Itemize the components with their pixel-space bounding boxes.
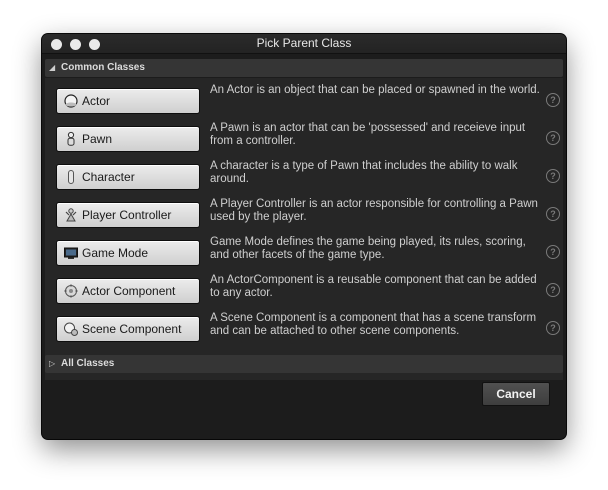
class-button-label: Pawn: [82, 132, 113, 146]
class-button-actor-component[interactable]: Actor Component: [56, 278, 200, 304]
help-question-icon[interactable]: ?: [546, 283, 560, 297]
class-description: A character is a type of Pawn that inclu…: [210, 160, 518, 185]
scene-component-icon: [63, 321, 79, 337]
class-description: Game Mode defines the game being played,…: [210, 236, 526, 261]
class-row: Actor An Actor is an object that can be p…: [45, 84, 563, 122]
pawn-figure-icon: [63, 131, 79, 147]
actor-component-icon: [63, 283, 79, 299]
class-description: An Actor is an object that can be placed…: [210, 84, 540, 96]
class-button-label: Actor: [82, 94, 111, 108]
class-row: Player Controller A Player Controller is …: [45, 198, 563, 236]
class-row: Game Mode Game Mode defines the game bein…: [45, 236, 563, 274]
expand-down-arrow-icon: ◢: [49, 63, 56, 72]
actor-sphere-icon: [63, 93, 79, 109]
class-button-label: Player Controller: [82, 208, 172, 222]
class-button-label: Character: [82, 170, 135, 184]
class-description: A Pawn is an actor that can be 'possesse…: [210, 122, 526, 147]
common-classes-header[interactable]: ◢ Common Classes: [45, 59, 563, 77]
class-button-player-controller[interactable]: Player Controller: [56, 202, 200, 228]
class-button-character[interactable]: Character: [56, 164, 200, 190]
player-controller-icon: [63, 207, 79, 223]
class-row: Scene Component A Scene Component is a co…: [45, 312, 563, 350]
help-question-icon[interactable]: ?: [546, 245, 560, 259]
class-description: A Scene Component is a component that ha…: [210, 312, 537, 337]
class-button-label: Scene Component: [82, 322, 182, 336]
title-bar[interactable]: Pick Parent Class: [42, 34, 566, 54]
class-description: An ActorComponent is a reusable componen…: [210, 274, 537, 299]
common-classes-label: Common Classes: [61, 62, 145, 73]
help-question-icon[interactable]: ?: [546, 169, 560, 183]
common-classes-panel: Actor An Actor is an object that can be p…: [45, 78, 563, 380]
cancel-button[interactable]: Cancel: [482, 382, 550, 406]
class-row: Pawn A Pawn is an actor that can be 'poss…: [45, 122, 563, 160]
class-button-pawn[interactable]: Pawn: [56, 126, 200, 152]
character-capsule-icon: [63, 169, 79, 185]
class-button-label: Game Mode: [82, 246, 149, 260]
class-button-scene-component[interactable]: Scene Component: [56, 316, 200, 342]
class-row: Character A character is a type of Pawn t…: [45, 160, 563, 198]
class-button-label: Actor Component: [82, 284, 176, 298]
pick-parent-class-dialog: Pick Parent Class ◢ Common Classes Actor…: [42, 34, 566, 439]
help-question-icon[interactable]: ?: [546, 207, 560, 221]
class-description: A Player Controller is an actor responsi…: [210, 198, 538, 223]
game-mode-monitor-icon: [63, 245, 79, 261]
all-classes-label: All Classes: [61, 358, 115, 369]
help-question-icon[interactable]: ?: [546, 321, 560, 335]
collapsed-right-arrow-icon: ▷: [49, 359, 56, 368]
class-button-actor[interactable]: Actor: [56, 88, 200, 114]
all-classes-header[interactable]: ▷ All Classes: [45, 355, 563, 373]
class-button-game-mode[interactable]: Game Mode: [56, 240, 200, 266]
class-row: Actor Component An ActorComponent is a re…: [45, 274, 563, 312]
help-question-icon[interactable]: ?: [546, 131, 560, 145]
window-title: Pick Parent Class: [256, 36, 352, 50]
help-question-icon[interactable]: ?: [546, 93, 560, 107]
